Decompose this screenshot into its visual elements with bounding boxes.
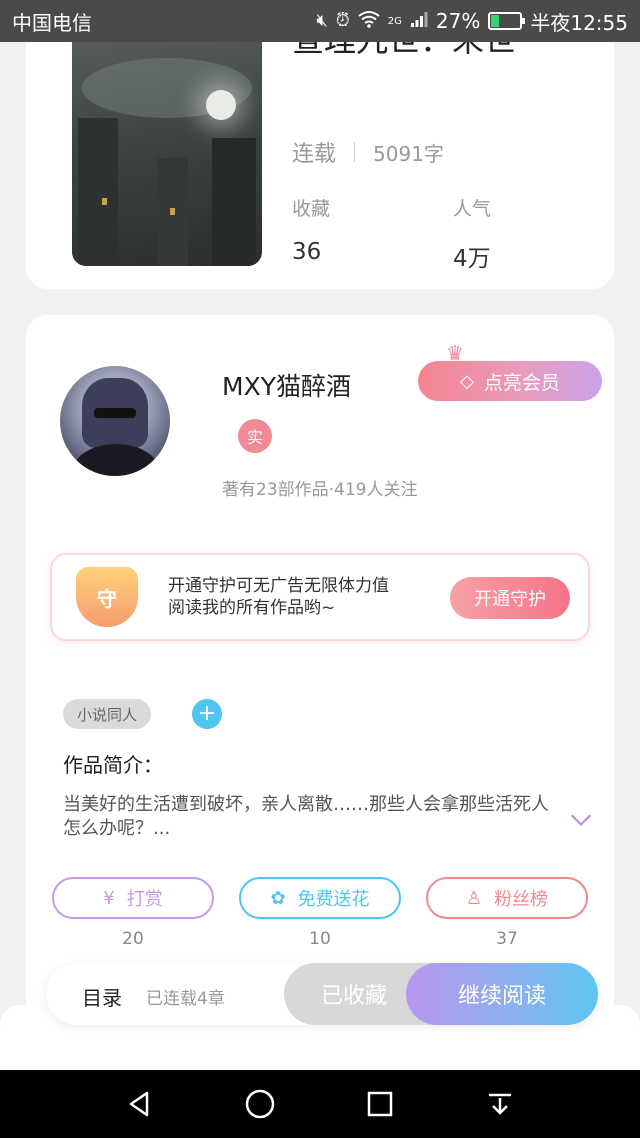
continue-reading-button[interactable]: 继续阅读	[406, 963, 598, 1025]
signal-icon	[410, 10, 428, 32]
word-count: 5091字	[373, 141, 444, 166]
wifi-icon	[358, 10, 380, 32]
guard-line-2: 阅读我的所有作品哟~	[168, 598, 336, 618]
chevron-down-icon[interactable]	[571, 806, 591, 826]
tip-button[interactable]: ¥ 打赏	[52, 877, 214, 919]
notification-pull-icon[interactable]	[480, 1084, 520, 1124]
fan-count: 37	[496, 929, 518, 949]
user-icon: ♙	[465, 887, 483, 909]
book-meta: 连载 5091字	[292, 136, 444, 168]
shield-icon: 守	[76, 567, 138, 627]
network-type: 2G	[387, 15, 402, 27]
popularity-label: 人气	[453, 198, 492, 220]
favorites-stat: 收藏 36	[292, 194, 330, 265]
reading-action-bar: 目录 已连载4章 已收藏 继续阅读	[46, 963, 598, 1025]
tip-label: 打赏	[126, 889, 163, 910]
favorites-label: 收藏	[292, 198, 331, 220]
vip-button[interactable]: ◇ 点亮会员	[418, 361, 602, 401]
status-icons: 🔇︎ ⏰︎ 2G 27% 半夜12:55	[316, 7, 628, 36]
author-card: MXY猫醉酒 实 著有23部作品·419人关注 ♛ ◇ 点亮会员 守 开通守护可…	[26, 315, 614, 1035]
vip-button-label: 点亮会员	[483, 371, 560, 394]
recents-icon[interactable]	[360, 1084, 400, 1124]
add-tag-button[interactable]: +	[192, 699, 222, 729]
battery-icon	[488, 12, 526, 30]
diamond-icon: ◇	[460, 370, 474, 392]
verified-badge: 实	[238, 419, 272, 453]
guard-line-1: 开通守护可无广告无限体力值	[168, 576, 389, 596]
guard-banner: 守 开通守护可无广告无限体力值 阅读我的所有作品哟~ 开通守护	[50, 553, 590, 641]
back-icon[interactable]	[120, 1084, 160, 1124]
battery-percent: 27%	[435, 9, 481, 33]
author-stats: 著有23部作品·419人关注	[222, 480, 418, 500]
author-avatar[interactable]	[60, 366, 170, 476]
popularity-value: 4万	[453, 246, 491, 272]
chapter-count: 已连载4章	[146, 989, 225, 1009]
divider	[354, 142, 356, 162]
send-flower-label: 免费送花	[297, 889, 370, 910]
guard-description: 开通守护可无广告无限体力值 阅读我的所有作品哟~	[168, 575, 389, 619]
popularity-stat: 人气 4万	[453, 194, 491, 273]
moon	[206, 90, 236, 120]
open-guard-button[interactable]: 开通守护	[450, 577, 570, 619]
favorites-value: 36	[292, 239, 322, 265]
fan-ranking-button[interactable]: ♙ 粉丝榜	[426, 877, 588, 919]
book-cover-image[interactable]	[72, 18, 262, 266]
status-bar: 中国电信 🔇︎ ⏰︎ 2G 27% 半夜12:55	[0, 0, 640, 42]
send-flower-button[interactable]: ✿ 免费送花	[239, 877, 401, 919]
fan-ranking-label: 粉丝榜	[494, 889, 549, 910]
table-of-contents-button[interactable]: 目录	[82, 982, 122, 1011]
home-icon[interactable]	[240, 1084, 280, 1124]
serial-status: 连载	[292, 142, 337, 167]
book-info-card: 查理九世：末世 连载 5091字 收藏 36 人气 4万	[26, 0, 614, 289]
tip-count: 20	[122, 929, 144, 949]
flower-icon: ✿	[270, 887, 286, 909]
yuan-icon: ¥	[103, 887, 115, 909]
battery-fill	[491, 15, 499, 27]
system-nav-bar	[0, 1070, 640, 1138]
flower-count: 10	[309, 929, 331, 949]
tag-fanfic[interactable]: 小说同人	[63, 699, 152, 729]
mute-icon: 🔇︎	[316, 10, 328, 31]
intro-heading: 作品简介：	[63, 753, 163, 777]
alarm-icon: ⏰︎	[335, 10, 350, 31]
clock: 半夜12:55	[530, 10, 628, 35]
carrier-label: 中国电信	[12, 10, 92, 35]
intro-text: 当美好的生活遭到破坏，亲人离散……那些人会拿那些活死人怎么办呢？...	[63, 794, 549, 839]
author-name[interactable]: MXY猫醉酒	[222, 367, 351, 403]
